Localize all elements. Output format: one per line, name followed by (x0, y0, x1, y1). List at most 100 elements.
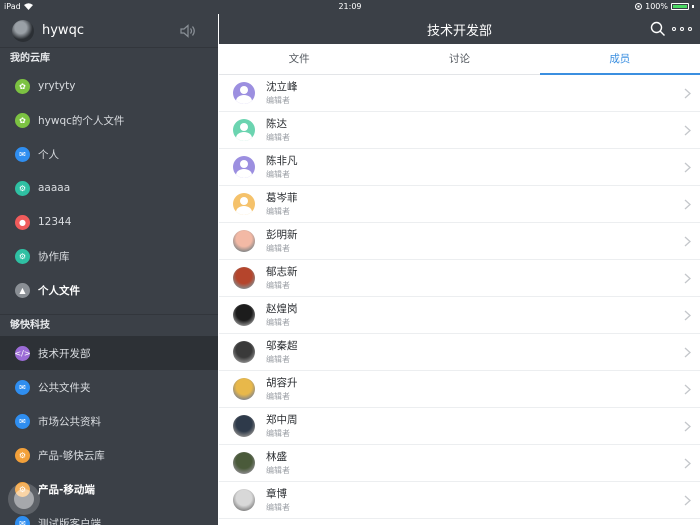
member-role: 编辑者 (266, 169, 290, 179)
member-role: 编辑者 (266, 95, 290, 105)
chevron-right-icon (684, 458, 691, 469)
sidebar-item-label: 公共文件夹 (38, 381, 91, 394)
main-panel: 技术开发部 文件 讨论 成员 沈立峰 编辑者 陈达 编辑者 陈非凡 编辑者 葛岑菲 编辑者 彭明… (219, 0, 700, 525)
member-role: 编辑者 (266, 391, 290, 401)
sidebar-item-personal-files[interactable]: ▲ 个人文件 (0, 273, 218, 307)
chevron-right-icon (684, 236, 691, 247)
member-name: 郑中周 (266, 413, 298, 426)
member-role: 编辑者 (266, 206, 290, 216)
member-row[interactable]: 陈达 编辑者 (219, 112, 700, 149)
tab-bar: 文件 讨论 成员 (219, 44, 700, 75)
member-text: 郁志新 编辑者 (266, 266, 298, 291)
sidebar-item-label: 测试版客户端 (38, 517, 101, 525)
more-dot (680, 27, 684, 31)
member-text: 郑中周 编辑者 (266, 414, 298, 439)
speaker-icon[interactable] (180, 24, 196, 38)
member-role: 编辑者 (266, 502, 290, 512)
sidebar-item-collab[interactable]: ⚙ 协作库 (0, 239, 218, 273)
cartoon-avatar (233, 230, 255, 252)
member-name: 赵煌岗 (266, 302, 298, 315)
member-name: 沈立峰 (266, 80, 298, 93)
battery-percent: 100% (645, 2, 668, 11)
member-name: 林盛 (266, 450, 287, 463)
sidebar-item-product-cloud[interactable]: ⚙ 产品-够快云库 (0, 438, 218, 472)
member-role: 编辑者 (266, 317, 290, 327)
leaf-icon: ✿ (15, 112, 30, 128)
member-row[interactable]: 郑中周 编辑者 (219, 408, 700, 445)
member-name: 陈达 (266, 117, 287, 130)
member-row[interactable]: 沈立峰 编辑者 (219, 75, 700, 112)
member-row[interactable]: 赵煌岗 编辑者 (219, 297, 700, 334)
member-row[interactable]: 彭明新 编辑者 (219, 223, 700, 260)
sidebar-item-label: hywqc的个人文件 (38, 114, 125, 127)
more-dot (688, 27, 692, 31)
section-title-company: 够快科技 (0, 314, 218, 336)
landscape-icon: ▲ (15, 282, 30, 298)
sidebar-item-label: 产品-够快云库 (38, 449, 105, 462)
member-row[interactable]: 葛岑菲 编辑者 (219, 186, 700, 223)
member-row[interactable]: 章博 编辑者 (219, 482, 700, 519)
tab-discussion[interactable]: 讨论 (379, 44, 539, 74)
photo-avatar (233, 304, 255, 326)
sidebar-item-tech-dev[interactable]: </> 技术开发部 (0, 336, 218, 370)
member-list: 沈立峰 编辑者 陈达 编辑者 陈非凡 编辑者 葛岑菲 编辑者 彭明新 编辑者 郁志新 编辑者 赵煌岗 编辑… (219, 75, 700, 519)
sidebar-item-personal[interactable]: ✉ 个人 (0, 137, 218, 171)
chevron-right-icon (684, 273, 691, 284)
chevron-right-icon (684, 421, 691, 432)
sidebar-item-public-folder[interactable]: ✉ 公共文件夹 (0, 370, 218, 404)
member-text: 林盛 编辑者 (266, 451, 290, 476)
mail-icon: ✉ (15, 379, 30, 395)
member-role: 编辑者 (266, 243, 290, 253)
tab-members[interactable]: 成员 (539, 44, 700, 75)
sidebar-item-aaaaa[interactable]: ⚙ aaaaa (0, 171, 218, 205)
member-name: 章博 (266, 487, 287, 500)
tab-files[interactable]: 文件 (219, 44, 379, 74)
photo-avatar (233, 378, 255, 400)
more-options-icon[interactable] (672, 21, 692, 37)
dog-icon: ● (15, 214, 30, 230)
member-text: 赵煌岗 编辑者 (266, 303, 298, 328)
default-avatar (233, 193, 255, 215)
sidebar-item-12344[interactable]: ● 12344 (0, 205, 218, 239)
member-row[interactable]: 胡容升 编辑者 (219, 371, 700, 408)
default-avatar (233, 119, 255, 141)
sidebar-item-yrytyty[interactable]: ✿ yrytyty (0, 69, 218, 103)
photo-avatar (233, 452, 255, 474)
user-profile[interactable]: hywqc (0, 14, 218, 47)
member-role: 编辑者 (266, 465, 290, 475)
photo-avatar (233, 415, 255, 437)
sidebar-item-label: yrytyty (38, 80, 76, 92)
member-text: 葛岑菲 编辑者 (266, 192, 298, 217)
assistive-touch-button[interactable] (8, 483, 40, 515)
default-avatar (233, 156, 255, 178)
member-row[interactable]: 林盛 编辑者 (219, 445, 700, 482)
member-text: 陈达 编辑者 (266, 118, 290, 143)
member-role: 编辑者 (266, 132, 290, 142)
sidebar-item-hywqc-personal[interactable]: ✿ hywqc的个人文件 (0, 103, 218, 137)
chevron-right-icon (684, 310, 691, 321)
sidebar-item-label: 产品-移动端 (38, 483, 95, 496)
gear-icon: ⚙ (15, 447, 30, 463)
gear-icon: ⚙ (15, 248, 30, 264)
member-name: 邬秦超 (266, 339, 298, 352)
search-icon[interactable] (650, 21, 666, 37)
more-dot (672, 27, 676, 31)
sidebar-item-label: 个人 (38, 148, 59, 161)
nav-bar: 技术开发部 (219, 14, 700, 44)
member-row[interactable]: 邬秦超 编辑者 (219, 334, 700, 371)
mail-icon: ✉ (15, 146, 30, 162)
sidebar-item-market-materials[interactable]: ✉ 市场公共资料 (0, 404, 218, 438)
member-row[interactable]: 郁志新 编辑者 (219, 260, 700, 297)
status-bar: iPad 21:09 100% (0, 0, 700, 14)
sidebar-item-label: 12344 (38, 216, 72, 228)
chevron-right-icon (684, 347, 691, 358)
member-text: 彭明新 编辑者 (266, 229, 298, 254)
mail-icon: ✉ (15, 413, 30, 429)
user-avatar[interactable] (12, 19, 34, 42)
chevron-right-icon (684, 125, 691, 136)
chevron-right-icon (684, 88, 691, 99)
member-row[interactable]: 陈非凡 编辑者 (219, 149, 700, 186)
status-right: 100% (635, 2, 694, 11)
member-role: 编辑者 (266, 428, 290, 438)
